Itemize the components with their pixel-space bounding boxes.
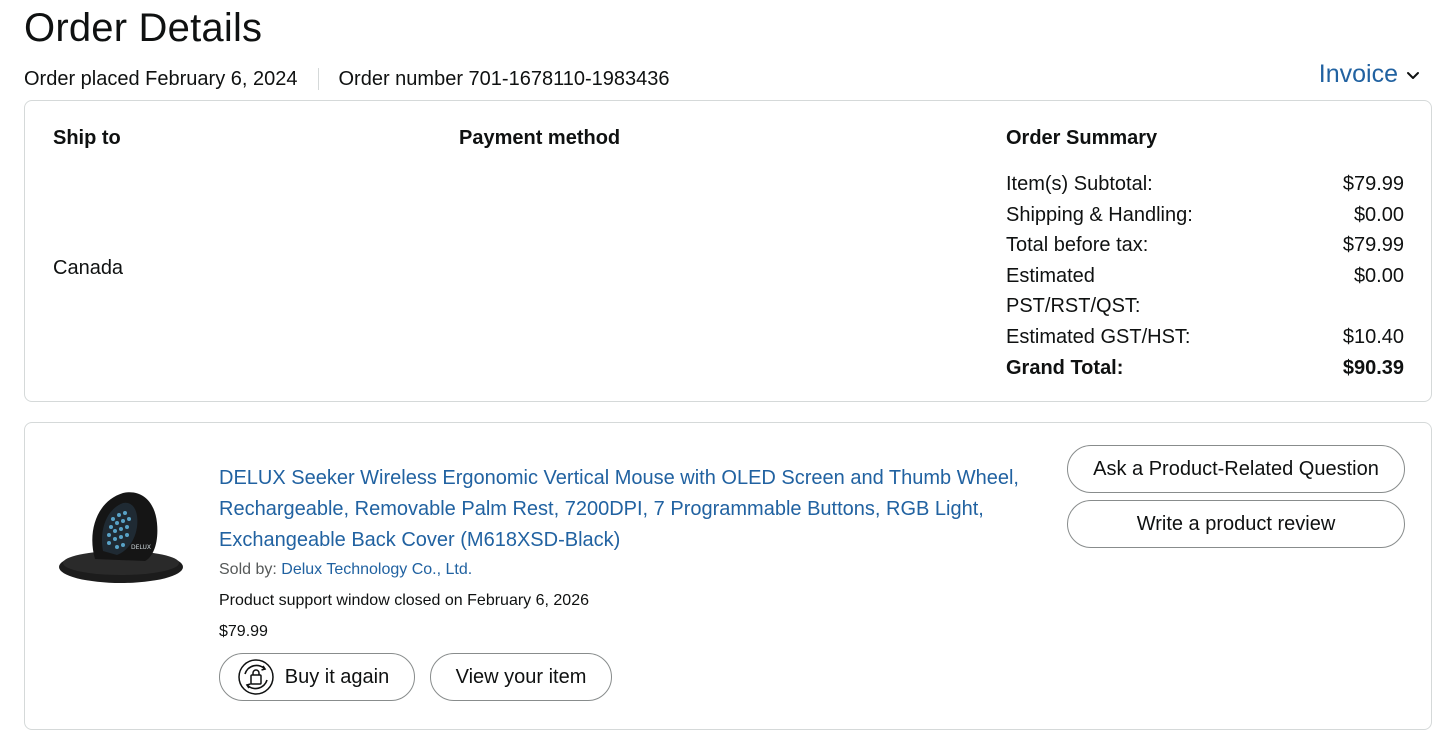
page-title: Order Details xyxy=(24,6,263,50)
summary-label: Shipping & Handling: xyxy=(1006,203,1193,226)
summary-label: Total before tax: xyxy=(1006,234,1149,257)
summary-value: $0.00 xyxy=(1353,203,1404,226)
sold-by-label: Sold by: xyxy=(219,561,277,578)
grand-total-label: Grand Total: xyxy=(1006,356,1124,379)
ask-question-button[interactable]: Ask a Product-Related Question xyxy=(1067,445,1405,493)
ship-to-heading: Ship to xyxy=(53,127,121,149)
meta-divider xyxy=(317,68,319,90)
payment-method-heading: Payment method xyxy=(459,127,621,149)
ship-to-country: Canada xyxy=(53,257,124,279)
grand-total-row: Grand Total: $90.39 xyxy=(1006,353,1404,384)
summary-value: $0.00 xyxy=(1353,264,1404,287)
summary-value: $79.99 xyxy=(1342,173,1404,195)
summary-value: $10.40 xyxy=(1342,325,1404,348)
buy-it-again-label: Buy it again xyxy=(284,665,390,688)
view-your-item-button[interactable]: View your item xyxy=(430,653,612,701)
product-image-brand: DELUX xyxy=(131,544,151,551)
order-placed-date: Order placed February 6, 2024 xyxy=(24,67,298,90)
order-meta-row: Order placed February 6, 2024 Order numb… xyxy=(24,60,1432,92)
invoice-dropdown[interactable]: Invoice xyxy=(1319,60,1422,89)
buy-again-icon xyxy=(237,659,274,695)
sold-by: Sold by: Delux Technology Co., Ltd. xyxy=(219,561,472,579)
summary-row: Item(s) Subtotal: $79.99 xyxy=(1006,169,1404,200)
summary-label: Item(s) Subtotal: xyxy=(1006,173,1153,195)
order-info-card: Ship to Canada Payment method Order Summ… xyxy=(24,100,1432,402)
order-summary: Item(s) Subtotal: $79.99 Shipping & Hand… xyxy=(1006,169,1404,383)
write-review-button[interactable]: Write a product review xyxy=(1067,500,1405,548)
grand-total-value: $90.39 xyxy=(1342,356,1404,379)
seller-link[interactable]: Delux Technology Co., Ltd. xyxy=(281,561,472,578)
summary-row: Shipping & Handling: $0.00 xyxy=(1006,200,1404,231)
order-number: Order number 701-1678110-1983436 xyxy=(338,67,670,90)
summary-label: Estimated GST/HST: xyxy=(1006,325,1191,348)
invoice-label: Invoice xyxy=(1318,60,1398,88)
buy-it-again-button[interactable]: Buy it again xyxy=(219,653,415,701)
summary-row: Total before tax: $79.99 xyxy=(1006,230,1404,261)
support-window-text: Product support window closed on Februar… xyxy=(219,592,589,609)
summary-value: $79.99 xyxy=(1342,234,1404,257)
chevron-down-icon xyxy=(1407,71,1419,79)
order-item-card: DELUX DELUX Seeker Wireless Ergonomic Ve… xyxy=(24,422,1432,730)
summary-row: Estimated GST/HST: $10.40 xyxy=(1006,322,1404,353)
summary-row: Estimated PST/RST/QST: $0.00 xyxy=(1006,261,1404,322)
order-summary-heading: Order Summary xyxy=(1006,127,1158,149)
item-price: $79.99 xyxy=(219,623,268,640)
summary-label: Estimated PST/RST/QST: xyxy=(1006,264,1141,318)
product-title-link[interactable]: DELUX Seeker Wireless Ergonomic Vertical… xyxy=(219,463,1019,556)
product-image[interactable]: DELUX xyxy=(57,471,185,591)
